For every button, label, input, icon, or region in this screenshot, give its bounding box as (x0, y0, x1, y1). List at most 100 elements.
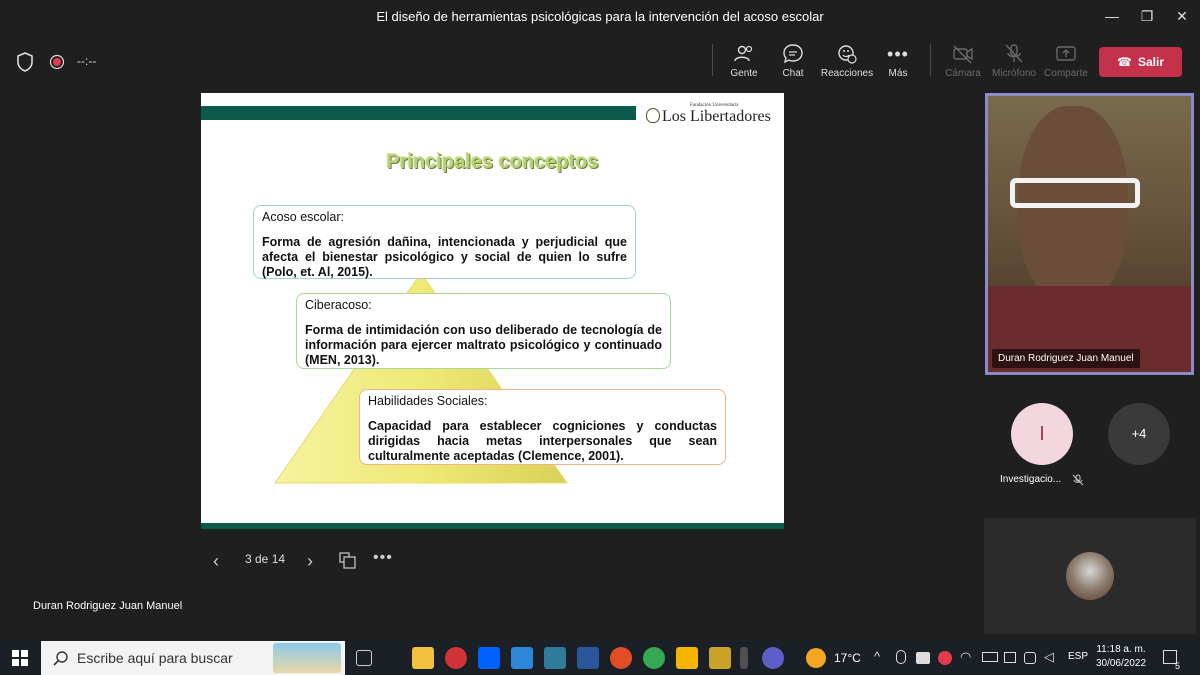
chat-label: Chat (782, 68, 804, 79)
notification-count: 5 (1175, 661, 1181, 671)
taskbar-search[interactable]: Escribe aquí para buscar (41, 641, 345, 675)
concept-card-acoso-escolar: Acoso escolar: Forma de agresión dañina,… (253, 205, 636, 279)
card-heading: Acoso escolar: (262, 210, 344, 224)
meeting-timer: --:-- (77, 54, 97, 68)
participant-video-tile[interactable]: Duran Rodriguez Juan Manuel (985, 93, 1194, 375)
help-icon[interactable] (762, 647, 784, 669)
more-button[interactable]: ••• Más (870, 42, 926, 86)
university-logo: Fundación Universitaria Los Libertadores (646, 103, 776, 127)
lock-app-icon[interactable] (709, 647, 731, 669)
self-view-tile[interactable] (984, 518, 1196, 634)
concept-card-habilidades-sociales: Habilidades Sociales: Capacidad para est… (359, 389, 726, 465)
card-heading: Ciberacoso: (305, 298, 372, 312)
search-placeholder: Escribe aquí para buscar (77, 650, 233, 666)
slide-counter: 3 de 14 (245, 552, 286, 566)
reactions-icon (838, 45, 857, 64)
slide-header-bar (201, 106, 636, 120)
word-icon[interactable] (577, 647, 599, 669)
restore-button[interactable]: ❐ (1132, 6, 1162, 26)
camera-label: Cámara (945, 68, 981, 79)
minimize-button[interactable]: — (1097, 6, 1127, 26)
camera-off-icon (953, 45, 973, 64)
meeting-toolbar: --:-- Gente Chat Reacciones ••• Más Cáma… (0, 32, 1200, 90)
muted-mic-icon (1072, 474, 1084, 486)
card-body: Capacidad para establecer cogniciones y … (368, 419, 717, 463)
phone-hangup-icon: ☎ (1117, 55, 1132, 69)
shared-slide: Fundación Universitaria Los Libertadores… (201, 93, 784, 529)
card-body: Forma de intimidación con uso deliberado… (305, 323, 662, 367)
people-label: Gente (730, 68, 758, 79)
more-icon: ••• (887, 44, 909, 64)
volume-icon[interactable]: ◁ (1044, 649, 1054, 665)
logo-name: Los Libertadores (662, 108, 771, 125)
task-view-icon[interactable] (356, 650, 372, 666)
video-glasses (1010, 178, 1140, 208)
share-button[interactable]: Comparte (1038, 42, 1094, 86)
wifi-icon[interactable]: ◠ (960, 649, 971, 665)
battery-icon[interactable] (982, 652, 998, 662)
file-explorer-icon[interactable] (412, 647, 434, 669)
leave-button[interactable]: ☎ Salir (1099, 47, 1182, 77)
windows-taskbar: Escribe aquí para buscar 17°C ^ ◠ ◁ ESP … (0, 640, 1200, 675)
chat-button[interactable]: Chat (765, 42, 821, 86)
shield-icon[interactable] (16, 52, 34, 72)
previous-slide-button[interactable]: ‹ (213, 551, 219, 572)
title-bar: El diseño de herramientas psicológicas p… (0, 0, 1200, 32)
toolbar-separator (712, 44, 713, 76)
self-view-avatar (1066, 552, 1114, 600)
microphone-off-icon (1005, 44, 1023, 63)
chrome-icon[interactable] (610, 647, 632, 669)
people-icon (734, 45, 753, 62)
clock-time: 11:18 a. m. (1096, 644, 1146, 655)
participant-avatar-name: Investigacio... (1000, 474, 1062, 485)
dropbox-icon[interactable] (478, 647, 500, 669)
system-clock[interactable]: 11:18 a. m. 30/06/2022 (1090, 643, 1152, 671)
close-button[interactable]: ✕ (1167, 6, 1197, 26)
card-body: Forma de agresión dañina, intencionada y… (262, 235, 627, 279)
presenter-name: Duran Rodriguez Juan Manuel (33, 600, 183, 612)
more-label: Más (888, 68, 908, 79)
search-highlight-image (273, 643, 341, 673)
search-icon (53, 651, 68, 666)
reactions-label: Reacciones (820, 68, 874, 79)
reactions-button[interactable]: Reacciones (818, 42, 876, 86)
slide-footer-bar (201, 523, 784, 529)
next-slide-button[interactable]: › (307, 551, 313, 572)
more-participants-button[interactable]: +4 (1108, 403, 1170, 465)
concept-card-ciberacoso: Ciberacoso: Forma de intimidación con us… (296, 293, 671, 369)
media-player-icon[interactable] (676, 647, 698, 669)
microphone-label: Micrófono (992, 68, 1036, 79)
people-button[interactable]: Gente (716, 42, 772, 86)
video-participant-name: Duran Rodriguez Juan Manuel (992, 349, 1140, 368)
card-heading: Habilidades Sociales: (368, 394, 488, 408)
tray-microphone-icon[interactable] (896, 650, 906, 664)
participant-avatar[interactable]: I (1011, 403, 1073, 465)
mail-icon[interactable] (511, 647, 533, 669)
tray-webcam-icon[interactable] (1024, 652, 1036, 664)
university-seal-icon (646, 108, 660, 123)
chat-icon (783, 44, 803, 64)
chrome-profile-icon[interactable] (643, 647, 665, 669)
app-red-icon[interactable] (445, 647, 467, 669)
window-title: El diseño de herramientas psicológicas p… (376, 9, 824, 24)
tray-app-icon[interactable] (938, 651, 952, 665)
input-language[interactable]: ESP (1068, 651, 1088, 662)
slide-title: Principales conceptos (386, 151, 599, 173)
share-label: Comparte (1044, 68, 1088, 79)
leave-label: Salir (1137, 55, 1164, 69)
weather-temperature: 17°C (834, 651, 861, 665)
toolbar-separator (930, 44, 931, 76)
store-icon[interactable] (544, 647, 566, 669)
tray-dropbox-icon[interactable] (916, 652, 930, 664)
windows-start-icon[interactable] (12, 650, 28, 666)
share-screen-icon (1056, 46, 1076, 61)
tray-chevron-icon[interactable]: ^ (874, 649, 880, 664)
taskbar-overflow-icon[interactable] (740, 647, 748, 669)
camera-button[interactable]: Cámara (935, 42, 991, 86)
weather-icon[interactable] (806, 648, 826, 668)
recording-icon (49, 54, 65, 70)
tray-display-icon[interactable] (1004, 652, 1016, 663)
microphone-button[interactable]: Micrófono (986, 42, 1042, 86)
slide-overview-icon[interactable] (339, 552, 357, 570)
slide-more-button[interactable]: ••• (373, 549, 393, 567)
